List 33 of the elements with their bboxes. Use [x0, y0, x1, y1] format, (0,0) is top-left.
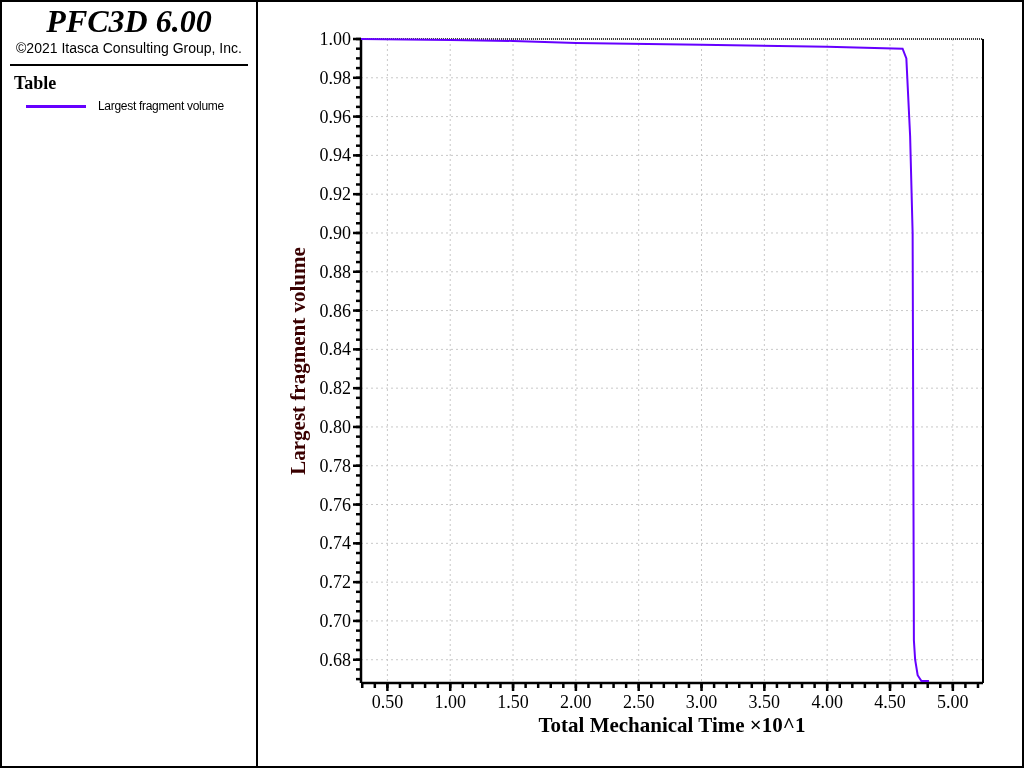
- y-tick-label: 0.82: [319, 378, 351, 399]
- x-tick-label: 3.50: [748, 692, 781, 712]
- y-tick-label: 0.90: [319, 223, 351, 243]
- app-title: PFC3D 6.00: [46, 2, 212, 40]
- y-tick-label: 0.94: [319, 145, 351, 166]
- x-tick-label: 2.50: [622, 692, 655, 712]
- x-tick-label: 4.00: [811, 692, 843, 712]
- y-tick-label: 0.92: [319, 184, 351, 205]
- x-tick-label: 1.00: [434, 692, 466, 712]
- copyright-text: ©2021 Itasca Consulting Group, Inc.: [16, 40, 242, 56]
- y-tick-label: 0.96: [319, 106, 351, 127]
- y-tick-label: 0.78: [319, 455, 351, 476]
- x-tick-label: 5.00: [937, 692, 969, 712]
- x-axis-title: Total Mechanical Time ×10^1: [538, 713, 806, 737]
- y-tick-label: 0.68: [319, 649, 351, 670]
- legend-label: Largest fragment volume: [98, 98, 224, 115]
- x-tick-label: 3.00: [685, 692, 718, 712]
- y-tick-label: 0.86: [319, 300, 351, 321]
- y-tick-label: 1.00: [319, 29, 351, 49]
- x-tick-label: 0.50: [371, 692, 404, 712]
- y-tick-label: 0.74: [319, 533, 351, 554]
- y-axis-title: Largest fragment volume: [286, 247, 310, 475]
- y-tick-label: 0.70: [319, 610, 351, 631]
- legend-title: Table: [14, 72, 58, 95]
- y-tick-label: 0.88: [319, 261, 351, 282]
- x-tick-label: 1.50: [497, 692, 529, 712]
- y-tick-label: 0.76: [319, 494, 351, 515]
- y-tick-label: 0.80: [319, 416, 351, 437]
- x-tick-label: 4.50: [874, 692, 906, 712]
- y-tick-label: 0.98: [319, 67, 351, 88]
- y-tick-label: 0.72: [319, 572, 351, 593]
- x-tick-label: 2.00: [560, 692, 592, 712]
- y-tick-label: 0.84: [319, 339, 351, 360]
